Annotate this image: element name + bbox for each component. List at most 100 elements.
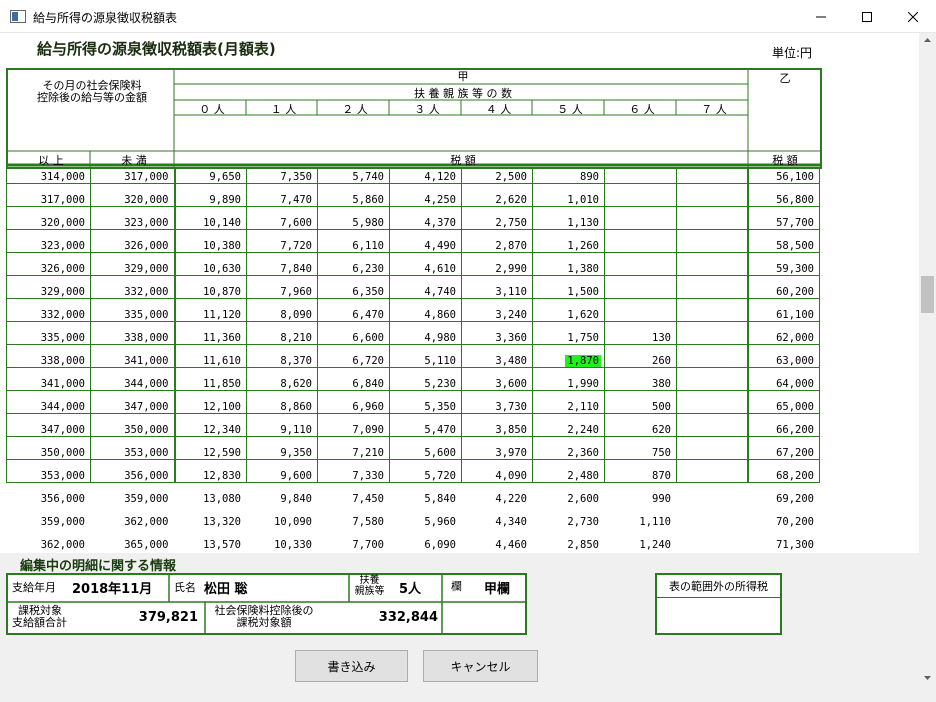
table-cell[interactable] xyxy=(676,211,749,235)
table-cell[interactable]: 4,980 xyxy=(389,326,462,350)
table-cell[interactable]: 2,360 xyxy=(532,441,605,465)
table-cell[interactable]: 7,330 xyxy=(317,464,390,488)
table-cell[interactable]: 4,090 xyxy=(461,464,533,488)
table-cell[interactable]: 8,860 xyxy=(246,395,318,419)
table-cell[interactable]: 7,090 xyxy=(317,418,390,442)
table-cell[interactable]: 5,350 xyxy=(389,395,462,419)
table-cell[interactable]: 1,990 xyxy=(532,372,605,396)
table-cell[interactable]: 329,000 xyxy=(6,280,91,304)
table-row[interactable]: 335,000 338,000 11,360 8,210 6,600 4,980 3,360… xyxy=(6,326,820,350)
table-cell[interactable]: 9,110 xyxy=(246,418,318,442)
table-cell[interactable] xyxy=(676,395,749,419)
table-cell[interactable]: 6,230 xyxy=(317,257,390,281)
table-cell[interactable]: 68,200 xyxy=(747,464,820,488)
table-cell[interactable]: 350,000 xyxy=(6,441,91,465)
table-cell[interactable]: 347,000 xyxy=(6,418,91,442)
table-row[interactable]: 326,000 329,000 10,630 7,840 6,230 4,610 2,990… xyxy=(6,257,820,281)
table-cell[interactable]: 1,870 xyxy=(532,349,605,373)
table-cell[interactable]: 70,200 xyxy=(747,510,820,534)
table-row[interactable]: 344,000 347,000 12,100 8,860 6,960 5,350 3,730… xyxy=(6,395,820,419)
table-cell[interactable]: 6,840 xyxy=(317,372,390,396)
table-cell[interactable]: 10,380 xyxy=(174,234,247,258)
table-cell[interactable]: 4,860 xyxy=(389,303,462,327)
table-cell[interactable]: 6,110 xyxy=(317,234,390,258)
table-cell[interactable]: 13,320 xyxy=(174,510,247,534)
table-cell[interactable]: 7,600 xyxy=(246,211,318,235)
table-cell[interactable]: 2,620 xyxy=(461,188,533,212)
table-cell[interactable]: 59,300 xyxy=(747,257,820,281)
table-cell[interactable]: 2,480 xyxy=(532,464,605,488)
table-cell[interactable]: 356,000 xyxy=(6,487,91,511)
table-cell[interactable]: 5,110 xyxy=(389,349,462,373)
table-cell[interactable]: 1,260 xyxy=(532,234,605,258)
table-cell[interactable]: 11,120 xyxy=(174,303,247,327)
table-cell[interactable]: 326,000 xyxy=(6,257,91,281)
table-cell[interactable]: 6,350 xyxy=(317,280,390,304)
table-cell[interactable]: 323,000 xyxy=(6,234,91,258)
table-cell[interactable]: 1,380 xyxy=(532,257,605,281)
table-cell[interactable]: 3,600 xyxy=(461,372,533,396)
table-cell[interactable]: 5,230 xyxy=(389,372,462,396)
table-cell[interactable]: 7,210 xyxy=(317,441,390,465)
table-cell[interactable]: 5,860 xyxy=(317,188,390,212)
table-cell[interactable]: 1,010 xyxy=(532,188,605,212)
table-cell[interactable]: 380 xyxy=(604,372,677,396)
table-row[interactable]: 359,000 362,000 13,320 10,090 7,580 5,960 4,34… xyxy=(6,510,820,534)
table-cell[interactable]: 6,720 xyxy=(317,349,390,373)
table-cell[interactable]: 1,130 xyxy=(532,211,605,235)
table-cell[interactable]: 6,600 xyxy=(317,326,390,350)
horizontal-scrollbar[interactable] xyxy=(0,688,936,702)
table-cell[interactable] xyxy=(604,257,677,281)
table-cell[interactable]: 3,480 xyxy=(461,349,533,373)
table-cell[interactable]: 11,610 xyxy=(174,349,247,373)
table-cell[interactable]: 6,470 xyxy=(317,303,390,327)
table-row[interactable]: 320,000 323,000 10,140 7,600 5,980 4,370 2,750… xyxy=(6,211,820,235)
table-cell[interactable]: 3,850 xyxy=(461,418,533,442)
table-cell[interactable]: 7,840 xyxy=(246,257,318,281)
table-cell[interactable]: 11,360 xyxy=(174,326,247,350)
table-cell[interactable]: 12,830 xyxy=(174,464,247,488)
table-cell[interactable]: 4,490 xyxy=(389,234,462,258)
table-cell[interactable]: 353,000 xyxy=(90,441,176,465)
close-button[interactable] xyxy=(890,0,936,33)
table-row[interactable]: 329,000 332,000 10,870 7,960 6,350 4,740 3,110… xyxy=(6,280,820,304)
table-cell[interactable] xyxy=(676,257,749,281)
table-cell[interactable] xyxy=(604,234,677,258)
table-cell[interactable]: 8,210 xyxy=(246,326,318,350)
table-cell[interactable]: 130 xyxy=(604,326,677,350)
table-cell[interactable]: 500 xyxy=(604,395,677,419)
table-row[interactable]: 350,000 353,000 12,590 9,350 7,210 5,600 3,970… xyxy=(6,441,820,465)
table-cell[interactable] xyxy=(676,234,749,258)
table-cell[interactable] xyxy=(676,372,749,396)
table-cell[interactable]: 750 xyxy=(604,441,677,465)
table-cell[interactable]: 344,000 xyxy=(90,372,176,396)
table-row[interactable]: 341,000 344,000 11,850 8,620 6,840 5,230 3,600… xyxy=(6,372,820,396)
table-cell[interactable] xyxy=(676,487,749,511)
table-cell[interactable]: 5,470 xyxy=(389,418,462,442)
table-cell[interactable]: 341,000 xyxy=(90,349,176,373)
table-cell[interactable]: 1,500 xyxy=(532,280,605,304)
table-cell[interactable]: 8,620 xyxy=(246,372,318,396)
table-cell[interactable]: 2,110 xyxy=(532,395,605,419)
table-cell[interactable]: 356,000 xyxy=(90,464,176,488)
table-cell[interactable]: 317,000 xyxy=(6,188,91,212)
table-cell[interactable]: 2,730 xyxy=(532,510,605,534)
table-cell[interactable]: 3,240 xyxy=(461,303,533,327)
table-cell[interactable]: 56,800 xyxy=(747,188,820,212)
table-cell[interactable]: 7,960 xyxy=(246,280,318,304)
table-cell[interactable]: 362,000 xyxy=(90,510,176,534)
table-cell[interactable]: 4,740 xyxy=(389,280,462,304)
table-cell[interactable]: 1,750 xyxy=(532,326,605,350)
table-cell[interactable]: 7,450 xyxy=(317,487,390,511)
table-cell[interactable] xyxy=(676,441,749,465)
table-cell[interactable]: 359,000 xyxy=(6,510,91,534)
table-cell[interactable]: 5,600 xyxy=(389,441,462,465)
table-cell[interactable]: 9,600 xyxy=(246,464,318,488)
table-cell[interactable]: 9,840 xyxy=(246,487,318,511)
table-cell[interactable]: 341,000 xyxy=(6,372,91,396)
table-cell[interactable]: 64,000 xyxy=(747,372,820,396)
table-cell[interactable]: 870 xyxy=(604,464,677,488)
table-cell[interactable]: 323,000 xyxy=(90,211,176,235)
table-cell[interactable]: 353,000 xyxy=(6,464,91,488)
table-cell[interactable]: 2,870 xyxy=(461,234,533,258)
